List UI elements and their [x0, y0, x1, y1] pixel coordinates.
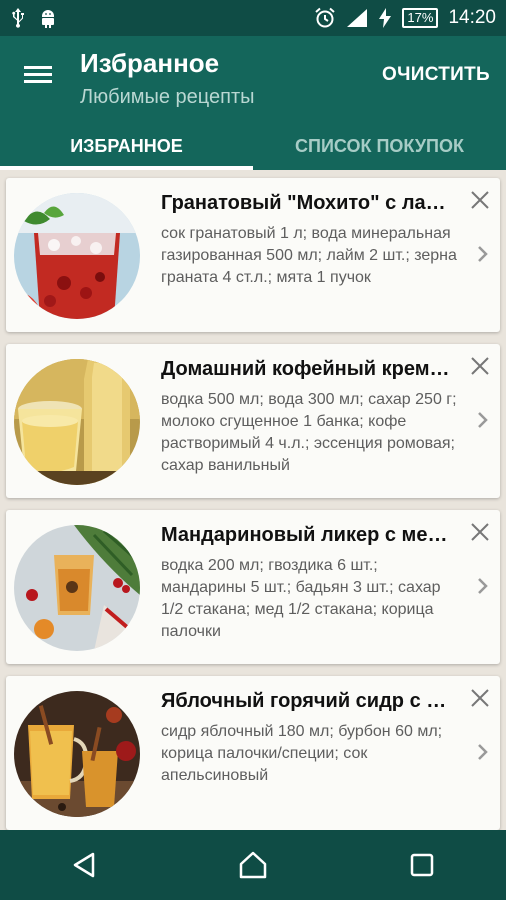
- menu-button[interactable]: [24, 62, 54, 88]
- tab-bar: ИЗБРАННОЕ СПИСОК ПОКУПОК: [0, 122, 506, 170]
- home-icon: [239, 851, 267, 879]
- signal-icon: [347, 9, 368, 27]
- recipe-ingredients: сок гранатовый 1 л; вода минеральная газ…: [161, 225, 457, 286]
- close-icon[interactable]: [468, 686, 492, 710]
- close-icon[interactable]: [468, 188, 492, 212]
- home-button[interactable]: [233, 845, 273, 885]
- clear-button[interactable]: ОЧИСТИТЬ: [382, 64, 490, 86]
- close-icon[interactable]: [468, 354, 492, 378]
- chevron-right-icon[interactable]: [476, 244, 490, 264]
- recipe-image: [14, 359, 140, 485]
- recipe-card[interactable]: Мандариновый ликер с медом водка 200 мл;…: [6, 510, 500, 664]
- menu-icon-line: [24, 66, 52, 69]
- recents-button[interactable]: [402, 845, 442, 885]
- recipe-ingredients: водка 500 мл; вода 300 мл; сахар 250 г; …: [161, 391, 457, 474]
- chevron-right-icon[interactable]: [476, 742, 490, 762]
- tab-shopping-list[interactable]: СПИСОК ПОКУПОК: [253, 122, 506, 170]
- alarm-icon: [315, 7, 336, 28]
- back-icon: [74, 852, 95, 878]
- recipe-title: Яблочный горячий сидр с корицей: [161, 690, 454, 712]
- recipe-card[interactable]: Яблочный горячий сидр с корицей сидр ябл…: [6, 676, 500, 830]
- recents-icon: [410, 853, 433, 877]
- recipe-image: [14, 193, 140, 319]
- charging-icon: [379, 8, 392, 28]
- status-time: 14:20: [448, 7, 496, 28]
- page-subtitle: Любимые рецепты: [80, 86, 255, 108]
- back-button[interactable]: [64, 845, 104, 885]
- battery-icon: 17%: [402, 8, 439, 28]
- close-icon[interactable]: [468, 520, 492, 544]
- recipe-title: Мандариновый ликер с медом: [161, 524, 454, 546]
- recipe-title: Домашний кофейный крем-ликер: [161, 358, 454, 380]
- app-bar: Избранное Любимые рецепты ОЧИСТИТЬ: [0, 36, 506, 122]
- chevron-right-icon[interactable]: [476, 410, 490, 430]
- recipe-card[interactable]: Гранатовый "Мохито" с лаймом сок гранато…: [6, 178, 500, 332]
- chevron-right-icon[interactable]: [476, 576, 490, 596]
- recipe-list[interactable]: Гранатовый "Мохито" с лаймом сок гранато…: [0, 170, 506, 830]
- menu-icon-line: [24, 73, 52, 76]
- menu-icon-line: [24, 80, 52, 83]
- page-title: Избранное: [80, 48, 220, 78]
- usb-icon: [12, 8, 24, 28]
- android-icon: [42, 10, 54, 28]
- status-bar: 17% 14:20: [0, 0, 506, 36]
- recipe-image: [14, 525, 140, 651]
- recipe-ingredients: водка 200 мл; гвоздика 6 шт.; мандарины …: [161, 557, 441, 640]
- recipe-image: [14, 691, 140, 817]
- recipe-ingredients: сидр яблочный 180 мл; бурбон 60 мл; кори…: [161, 723, 443, 784]
- recipe-card[interactable]: Домашний кофейный крем-ликер водка 500 м…: [6, 344, 500, 498]
- battery-level: 17%: [402, 8, 439, 28]
- tab-favorites[interactable]: ИЗБРАННОЕ: [0, 122, 253, 170]
- recipe-title: Гранатовый "Мохито" с лаймом: [161, 192, 454, 214]
- navigation-bar: [0, 830, 506, 900]
